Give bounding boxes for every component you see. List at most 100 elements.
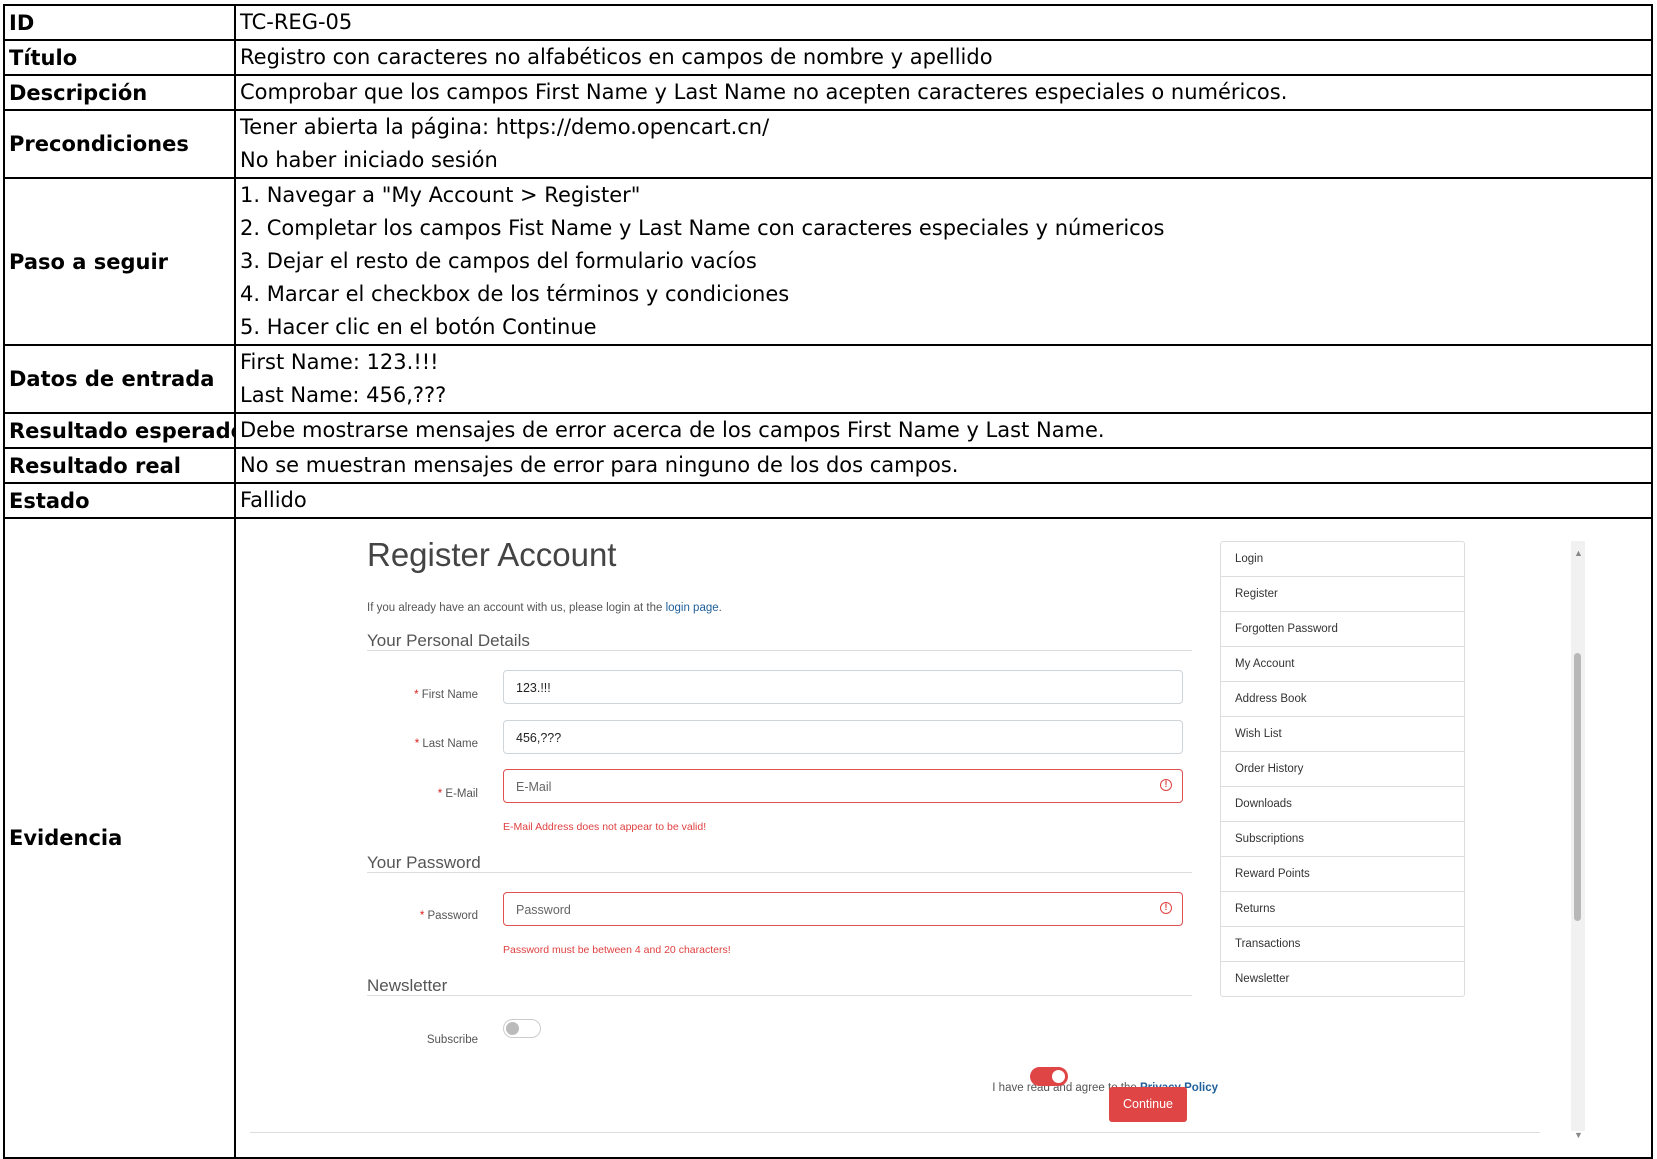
required-mark: * [419, 910, 425, 922]
menu-item-subscriptions[interactable]: Subscriptions [1221, 822, 1464, 857]
row-status: Estado Fallido [3, 482, 1653, 519]
email-error: E-Mail Address does not appear to be val… [503, 821, 707, 833]
menu-item-forgotten-password[interactable]: Forgotten Password [1221, 612, 1464, 647]
account-menu: Login Register Forgotten Password My Acc… [1220, 541, 1465, 997]
row-key: Resultado esperado [3, 412, 236, 449]
row-actual-result: Resultado real No se muestran mensajes d… [3, 447, 1653, 484]
value-line: Debe mostrarse mensajes de error acerca … [240, 418, 1105, 442]
scroll-down-icon[interactable]: ▼ [1574, 1119, 1583, 1151]
row-title: Título Registro con caracteres no alfabé… [3, 39, 1653, 76]
value-line: 5. Hacer clic en el botón Continue [240, 315, 597, 339]
value-line: No haber iniciado sesión [240, 148, 498, 172]
password-input[interactable]: Password! [503, 892, 1183, 926]
value-line: Comprobar que los campos First Name y La… [240, 80, 1288, 104]
row-description: Descripción Comprobar que los campos Fir… [3, 74, 1653, 111]
row-value: Tener abierta la página: https://demo.op… [234, 109, 1653, 179]
required-mark: * [414, 689, 419, 701]
menu-item-newsletter[interactable]: Newsletter [1221, 962, 1464, 996]
value-line: TC-REG-05 [240, 10, 353, 34]
scroll-up-icon[interactable]: ▲ [1574, 537, 1583, 569]
row-value: Registro con caracteres no alfabéticos e… [234, 39, 1653, 76]
password-label: * Password [358, 900, 478, 932]
row-value: 1. Navegar a "My Account > Register" 2. … [234, 177, 1653, 346]
menu-item-transactions[interactable]: Transactions [1221, 927, 1464, 962]
section-password: Your Password [367, 853, 481, 872]
row-key: Estado [3, 482, 236, 519]
value-line: First Name: 123.!!! [240, 350, 439, 374]
last-name-label: * Last Name [358, 728, 478, 760]
email-label-text: E-Mail [445, 788, 478, 800]
required-mark: * [414, 738, 420, 750]
row-expected-result: Resultado esperado Debe mostrarse mensaj… [3, 412, 1653, 449]
test-case-table: ID TC-REG-05 Título Registro con caracte… [3, 4, 1653, 1159]
row-value: Debe mostrarse mensajes de error acerca … [234, 412, 1653, 449]
login-hint-text: If you already have an account with us, … [367, 602, 666, 614]
row-key: ID [3, 4, 236, 41]
menu-item-order-history[interactable]: Order History [1221, 752, 1464, 787]
value-line: 4. Marcar el checkbox de los términos y … [240, 282, 790, 306]
row-key: Precondiciones [3, 109, 236, 179]
menu-item-address-book[interactable]: Address Book [1221, 682, 1464, 717]
value-line: Last Name: 456,??? [240, 383, 447, 407]
continue-button[interactable]: Continue [1109, 1087, 1187, 1122]
menu-item-my-account[interactable]: My Account [1221, 647, 1464, 682]
subscribe-label: Subscribe [426, 1034, 478, 1046]
required-mark: * [437, 788, 443, 800]
value-line: 1. Navegar a "My Account > Register" [240, 183, 641, 207]
row-value: No se muestran mensajes de error para ni… [234, 447, 1653, 484]
row-key: Datos de entrada [3, 344, 236, 414]
first-name-label: * First Name [358, 679, 478, 711]
last-name-label-text: Last Name [422, 738, 478, 750]
menu-item-returns[interactable]: Returns [1221, 892, 1464, 927]
section-newsletter: Newsletter [367, 976, 448, 995]
row-value: First Name: 123.!!! Last Name: 456,??? [234, 344, 1653, 414]
divider [250, 1132, 1540, 1133]
first-name-label-text: First Name [421, 689, 478, 701]
first-name-input[interactable]: 123.!!! [503, 670, 1183, 704]
divider [367, 872, 1192, 873]
row-key: Paso a seguir [3, 177, 236, 346]
error-icon: ! [1160, 779, 1172, 791]
row-steps: Paso a seguir 1. Navegar a "My Account >… [3, 177, 1653, 346]
value-line: Fallido [240, 488, 307, 512]
menu-item-downloads[interactable]: Downloads [1221, 787, 1464, 822]
password-label-text: Password [427, 910, 479, 922]
row-preconditions: Precondiciones Tener abierta la página: … [3, 109, 1653, 179]
login-page-link[interactable]: login page [666, 602, 719, 614]
password-error: Password must be between 4 and 20 charac… [503, 944, 731, 956]
menu-item-register[interactable]: Register [1221, 577, 1464, 612]
login-hint-suffix: . [718, 602, 722, 614]
section-personal-details: Your Personal Details [367, 631, 530, 650]
row-id: ID TC-REG-05 [3, 4, 1653, 41]
subscribe-toggle[interactable] [503, 1019, 541, 1038]
value-line: Tener abierta la página: https://demo.op… [240, 115, 770, 139]
login-hint: If you already have an account with us, … [367, 592, 722, 624]
row-value: Fallido [234, 482, 1653, 519]
value-line: 2. Completar los campos Fist Name y Last… [240, 216, 1165, 240]
menu-item-wish-list[interactable]: Wish List [1221, 717, 1464, 752]
menu-item-reward-points[interactable]: Reward Points [1221, 857, 1464, 892]
divider [367, 995, 1192, 996]
scrollbar-thumb[interactable] [1574, 653, 1581, 921]
row-key: Título [3, 39, 236, 76]
row-key: Resultado real [3, 447, 236, 484]
divider [367, 650, 1192, 651]
email-input[interactable]: E-Mail! [503, 769, 1183, 803]
scrollbar[interactable]: ▲ ▼ [1571, 541, 1585, 1140]
register-page: Register Account If you already have an … [237, 520, 1650, 1156]
error-icon: ! [1160, 902, 1172, 914]
menu-item-login[interactable]: Login [1221, 542, 1464, 577]
password-placeholder: Password [516, 903, 571, 917]
privacy-toggle[interactable] [1030, 1067, 1068, 1086]
row-evidence: Evidencia Register Account If you alread… [3, 517, 1653, 1159]
value-line: 3. Dejar el resto de campos del formular… [240, 249, 757, 273]
email-label: * E-Mail [358, 778, 478, 810]
last-name-input[interactable]: 456,??? [503, 720, 1183, 754]
row-key: Evidencia [3, 517, 236, 1159]
value-line: No se muestran mensajes de error para ni… [240, 453, 959, 477]
email-placeholder: E-Mail [516, 780, 552, 794]
value-line: Registro con caracteres no alfabéticos e… [240, 45, 993, 69]
evidence-screenshot: Register Account If you already have an … [234, 517, 1653, 1159]
row-key: Descripción [3, 74, 236, 111]
row-value: Comprobar que los campos First Name y La… [234, 74, 1653, 111]
